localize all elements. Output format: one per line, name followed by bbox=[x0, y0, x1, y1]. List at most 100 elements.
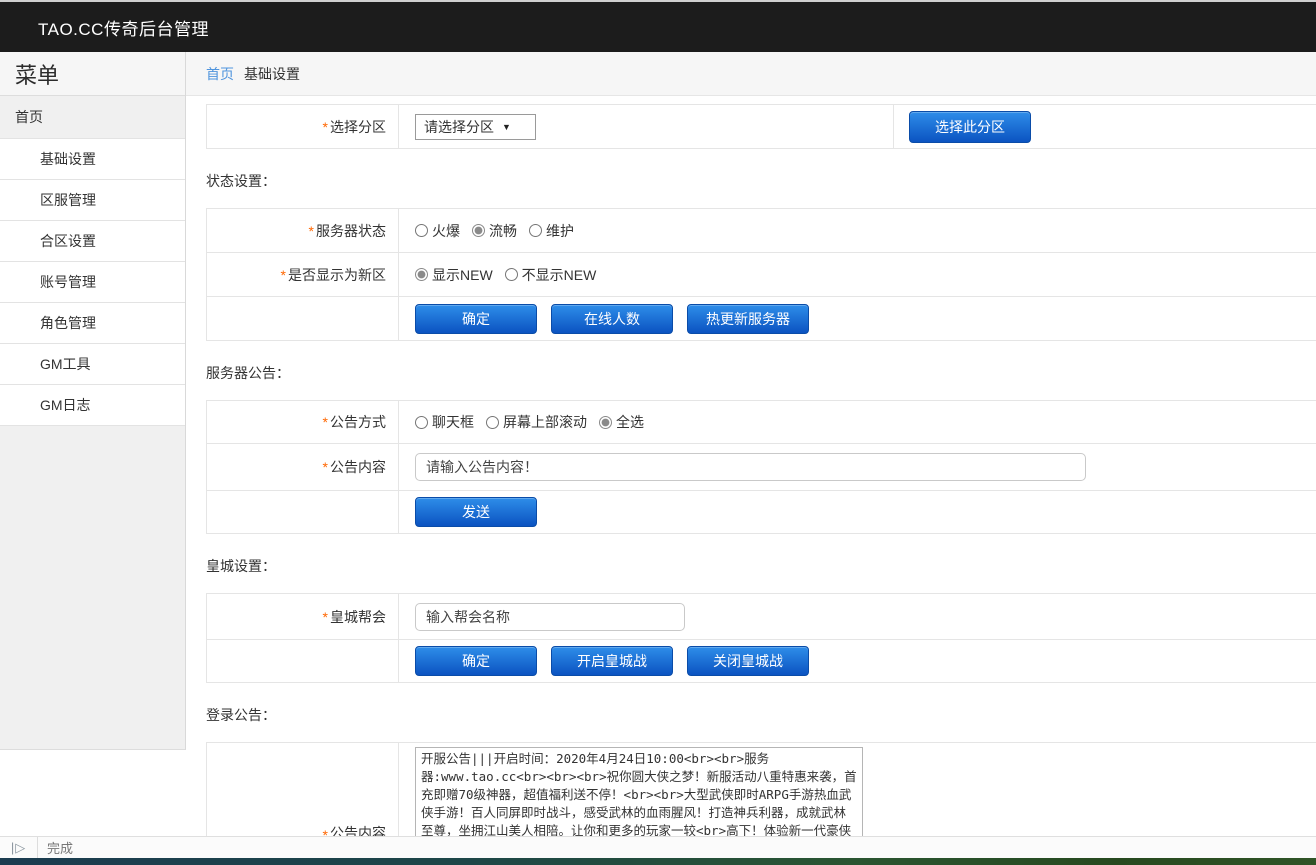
status-text: 完成 bbox=[38, 838, 73, 857]
zone-select-label: * 选择分区 bbox=[207, 105, 399, 148]
status-confirm-button[interactable]: 确定 bbox=[415, 304, 537, 334]
radio-server-maintenance[interactable]: 维护 bbox=[529, 221, 574, 241]
required-asterisk: * bbox=[309, 223, 314, 239]
palace-guild-label: * 皇城帮会 bbox=[207, 594, 399, 639]
announce-content-row: * 公告内容 bbox=[207, 444, 1316, 491]
zone-select-value: 请选择分区 bbox=[424, 117, 494, 137]
radio-input[interactable] bbox=[529, 224, 542, 237]
announce-content-field bbox=[399, 444, 1316, 490]
announce-content-label: * 公告内容 bbox=[207, 444, 399, 490]
sidebar-item-account-management[interactable]: 账号管理 bbox=[0, 262, 185, 303]
section-title-announce: 服务器公告： bbox=[206, 363, 1316, 383]
sidebar-item-label: GM日志 bbox=[40, 395, 91, 415]
palace-confirm-button[interactable]: 确定 bbox=[415, 646, 537, 676]
status-bar: |▷ 完成 bbox=[0, 836, 1316, 858]
sidebar-item-label: 区服管理 bbox=[40, 190, 96, 210]
show-new-field: 显示NEW 不显示NEW bbox=[399, 253, 1316, 296]
radio-show-new[interactable]: 显示NEW bbox=[415, 265, 493, 285]
zone-select-row: * 选择分区 请选择分区 ▼ 选择此分区 bbox=[207, 105, 1316, 149]
zone-select-field: 请选择分区 ▼ bbox=[399, 105, 893, 148]
online-count-button[interactable]: 在线人数 bbox=[551, 304, 673, 334]
sidebar-item-label: GM工具 bbox=[40, 354, 91, 374]
hot-update-button[interactable]: 热更新服务器 bbox=[687, 304, 809, 334]
send-button[interactable]: 发送 bbox=[415, 497, 537, 527]
palace-buttons-field: 确定 开启皇城战 关闭皇城战 bbox=[399, 640, 1316, 682]
sidebar-item-label: 角色管理 bbox=[40, 313, 96, 333]
breadcrumb-home-link[interactable]: 首页 bbox=[206, 64, 234, 84]
app-title: TAO.CC传奇后台管理 bbox=[38, 15, 209, 40]
announce-method-row: * 公告方式 聊天框 屏幕上部滚动 全选 bbox=[207, 401, 1316, 444]
run-icon: |▷ bbox=[0, 837, 38, 858]
sidebar-item-gm-tools[interactable]: GM工具 bbox=[0, 344, 185, 385]
announce-send-field: 发送 bbox=[399, 491, 1316, 533]
radio-server-smooth[interactable]: 流畅 bbox=[472, 221, 517, 241]
zone-select-action-cell: 选择此分区 bbox=[893, 105, 1316, 148]
sidebar: 菜单 首页 基础设置 区服管理 合区设置 账号管理 角色管理 GM工具 GM日志 bbox=[0, 52, 186, 750]
choose-zone-button[interactable]: 选择此分区 bbox=[909, 111, 1031, 143]
sidebar-header: 菜单 bbox=[0, 52, 185, 96]
required-asterisk: * bbox=[323, 609, 328, 625]
status-settings-table: * 服务器状态 火爆 流畅 维护 bbox=[206, 208, 1316, 341]
form-content: * 选择分区 请选择分区 ▼ 选择此分区 状态设置： * bbox=[186, 96, 1316, 836]
login-announce-textarea[interactable]: 开服公告|||开启时间：2020年4月24日10:00<br><br>服务器:w… bbox=[415, 747, 863, 836]
radio-screen-scroll[interactable]: 屏幕上部滚动 bbox=[486, 412, 587, 432]
login-content-row: * 公告内容 开服公告|||开启时间：2020年4月24日10:00<br><b… bbox=[207, 743, 1316, 836]
announce-send-row: 发送 bbox=[207, 491, 1316, 534]
login-content-label: * 公告内容 bbox=[207, 743, 399, 836]
login-content-field: 开服公告|||开启时间：2020年4月24日10:00<br><br>服务器:w… bbox=[399, 743, 1316, 836]
radio-input[interactable] bbox=[472, 224, 485, 237]
required-asterisk: * bbox=[323, 119, 328, 135]
radio-input[interactable] bbox=[486, 416, 499, 429]
empty-label-cell bbox=[207, 640, 399, 682]
sidebar-item-role-management[interactable]: 角色管理 bbox=[0, 303, 185, 344]
announce-table: * 公告方式 聊天框 屏幕上部滚动 全选 bbox=[206, 400, 1316, 534]
radio-input[interactable] bbox=[599, 416, 612, 429]
announce-content-input[interactable] bbox=[415, 453, 1086, 481]
breadcrumb: 首页 基础设置 bbox=[186, 52, 1316, 96]
server-status-field: 火爆 流畅 维护 bbox=[399, 209, 1316, 252]
radio-hide-new[interactable]: 不显示NEW bbox=[505, 265, 597, 285]
section-title-status: 状态设置： bbox=[206, 171, 1316, 191]
palace-table: * 皇城帮会 确定 开启皇城战 关闭皇城战 bbox=[206, 593, 1316, 683]
sidebar-item-gm-logs[interactable]: GM日志 bbox=[0, 385, 185, 426]
section-title-login: 登录公告： bbox=[206, 705, 1316, 725]
required-asterisk: * bbox=[281, 267, 286, 283]
desktop-wallpaper-strip bbox=[0, 858, 1316, 865]
status-buttons-row: 确定 在线人数 热更新服务器 bbox=[207, 297, 1316, 341]
radio-input[interactable] bbox=[505, 268, 518, 281]
radio-input[interactable] bbox=[415, 416, 428, 429]
radio-chatbox[interactable]: 聊天框 bbox=[415, 412, 474, 432]
sidebar-item-label: 账号管理 bbox=[40, 272, 96, 292]
sidebar-item-label: 首页 bbox=[15, 107, 43, 127]
close-palace-war-button[interactable]: 关闭皇城战 bbox=[687, 646, 809, 676]
announce-method-label: * 公告方式 bbox=[207, 401, 399, 443]
radio-input[interactable] bbox=[415, 224, 428, 237]
radio-input[interactable] bbox=[415, 268, 428, 281]
sidebar-item-label: 基础设置 bbox=[40, 149, 96, 169]
required-asterisk: * bbox=[323, 459, 328, 475]
top-navbar: TAO.CC传奇后台管理 bbox=[0, 2, 1316, 52]
sidebar-item-basic-settings[interactable]: 基础设置 bbox=[0, 139, 185, 180]
sidebar-item-home[interactable]: 首页 bbox=[0, 96, 185, 139]
empty-label-cell bbox=[207, 297, 399, 340]
show-new-label: * 是否显示为新区 bbox=[207, 253, 399, 296]
guild-name-input[interactable] bbox=[415, 603, 685, 631]
sidebar-item-merge-settings[interactable]: 合区设置 bbox=[0, 221, 185, 262]
login-announce-table: * 公告内容 开服公告|||开启时间：2020年4月24日10:00<br><b… bbox=[206, 742, 1316, 836]
sidebar-item-zone-management[interactable]: 区服管理 bbox=[0, 180, 185, 221]
sidebar-item-label: 合区设置 bbox=[40, 231, 96, 251]
open-palace-war-button[interactable]: 开启皇城战 bbox=[551, 646, 673, 676]
server-status-row: * 服务器状态 火爆 流畅 维护 bbox=[207, 209, 1316, 253]
chevron-down-icon: ▼ bbox=[502, 122, 511, 132]
zone-select-dropdown[interactable]: 请选择分区 ▼ bbox=[415, 114, 536, 140]
required-asterisk: * bbox=[323, 414, 328, 430]
section-title-palace: 皇城设置： bbox=[206, 556, 1316, 576]
announce-method-field: 聊天框 屏幕上部滚动 全选 bbox=[399, 401, 1316, 443]
breadcrumb-current: 基础设置 bbox=[244, 64, 300, 84]
radio-server-hot[interactable]: 火爆 bbox=[415, 221, 460, 241]
palace-buttons-row: 确定 开启皇城战 关闭皇城战 bbox=[207, 640, 1316, 683]
palace-guild-row: * 皇城帮会 bbox=[207, 594, 1316, 640]
required-asterisk: * bbox=[323, 827, 328, 836]
radio-select-all[interactable]: 全选 bbox=[599, 412, 644, 432]
status-buttons-field: 确定 在线人数 热更新服务器 bbox=[399, 297, 1316, 340]
